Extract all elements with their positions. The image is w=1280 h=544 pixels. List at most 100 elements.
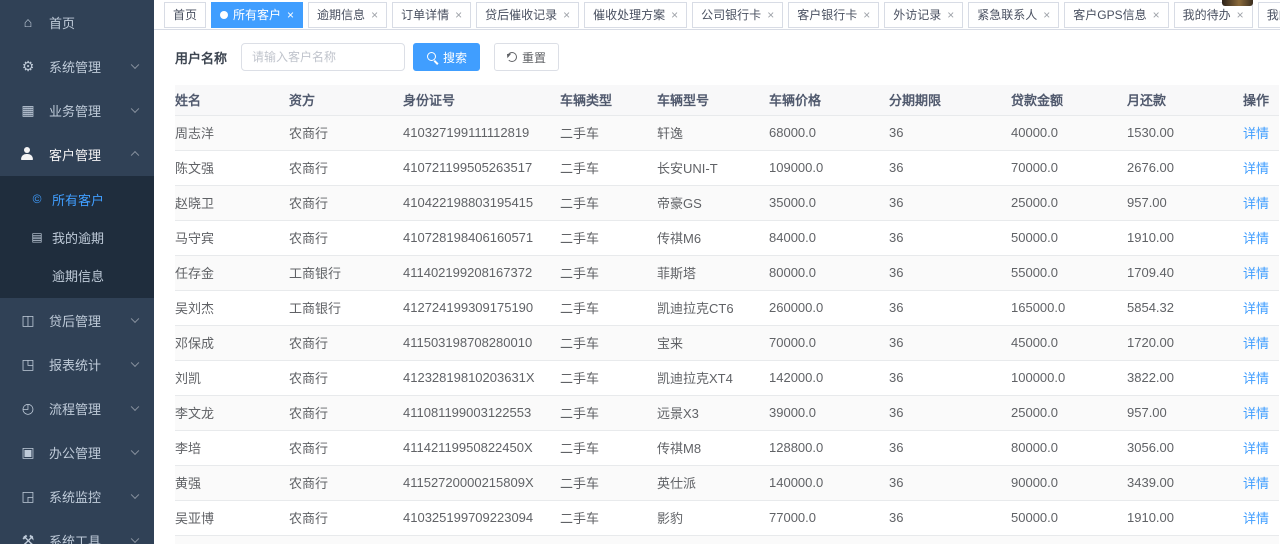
table-cell-action: 详情 xyxy=(1243,395,1279,430)
tab-3[interactable]: 订单详情 × xyxy=(392,2,471,28)
tab-close-icon[interactable]: × xyxy=(563,9,570,21)
notebook-icon: ▤ xyxy=(30,230,44,244)
main-area: 首页所有客户×逾期信息×订单详情×贷后催收记录×催收处理方案×公司银行卡×客户银… xyxy=(154,0,1280,544)
tab-close-icon[interactable]: × xyxy=(671,9,678,21)
sidebar-item-label: 逾期信息 xyxy=(52,266,104,285)
table-row: 吴亚博农商行410325199709223094二手车影豹77000.03650… xyxy=(175,500,1279,535)
column-header: 资方 xyxy=(289,85,403,115)
table-cell: 二手车 xyxy=(560,115,657,150)
table-row: 周志洋农商行410327199111112819二手车轩逸68000.03640… xyxy=(175,115,1279,150)
tab-close-icon[interactable]: × xyxy=(1237,9,1244,21)
sidebar-item-business-mgmt[interactable]: ▦业务管理 xyxy=(0,88,154,132)
tab-8[interactable]: 外访记录× xyxy=(884,2,963,28)
table-cell: 411081199003122553 xyxy=(403,395,560,430)
submenu-customer-mgmt: ©所有客户▤我的逾期逾期信息 xyxy=(0,176,154,298)
detail-link[interactable]: 详情 xyxy=(1243,231,1269,246)
sidebar-item-post-loan-mgmt[interactable]: ◫贷后管理 xyxy=(0,298,154,342)
tab-bar: 首页所有客户×逾期信息×订单详情×贷后催收记录×催收处理方案×公司银行卡×客户银… xyxy=(154,0,1280,30)
table-cell: 165000.0 xyxy=(1011,290,1127,325)
table-cell: 36 xyxy=(889,395,1011,430)
table-cell: 周银帅 xyxy=(175,535,289,544)
table-cell: 41152720000215809X xyxy=(403,465,560,500)
tab-10[interactable]: 客户GPS信息× xyxy=(1064,2,1168,28)
detail-link[interactable]: 详情 xyxy=(1243,301,1269,316)
column-header: 贷款金额 xyxy=(1011,85,1127,115)
table-cell: 农商行 xyxy=(289,220,403,255)
reset-button[interactable]: 重置 xyxy=(494,43,559,71)
detail-link[interactable]: 详情 xyxy=(1243,196,1269,211)
table-cell: 80000.0 xyxy=(1011,430,1127,465)
tab-close-icon[interactable]: × xyxy=(947,9,954,21)
tab-9[interactable]: 紧急联系人 × xyxy=(968,2,1059,28)
tab-2[interactable]: 逾期信息× xyxy=(308,2,387,28)
tab-close-icon[interactable]: × xyxy=(1043,9,1050,21)
sidebar-item-all-customers[interactable]: ©所有客户 xyxy=(0,180,154,218)
tab-label: 订单详情 xyxy=(401,6,449,23)
table-cell: 工商银行 xyxy=(289,290,403,325)
table-cell: 25000.0 xyxy=(1011,395,1127,430)
sidebar-item-system-tools[interactable]: ⚒系统工具 xyxy=(0,518,154,544)
tab-close-icon[interactable]: × xyxy=(371,9,378,21)
table-cell: 50000.0 xyxy=(1011,500,1127,535)
sidebar-item-overdue-info[interactable]: 逾期信息 xyxy=(0,256,154,294)
table-row: 吴刘杰工商银行412724199309175190二手车凯迪拉克CT626000… xyxy=(175,290,1279,325)
tab-4[interactable]: 贷后催收记录× xyxy=(476,2,579,28)
tab-close-icon[interactable]: × xyxy=(767,9,774,21)
briefcase-icon: ▣ xyxy=(20,444,36,461)
sidebar-item-home[interactable]: ⌂首页 xyxy=(0,0,154,44)
avatar-image[interactable] xyxy=(1222,0,1253,6)
tab-12[interactable]: 我的流程× xyxy=(1258,2,1280,28)
sidebar-item-office-mgmt[interactable]: ▣办公管理 xyxy=(0,430,154,474)
tab-close-icon[interactable]: × xyxy=(287,9,294,21)
tab-close-icon[interactable]: × xyxy=(1153,9,1160,21)
table-cell: 36 xyxy=(889,290,1011,325)
table-cell: 140000.0 xyxy=(769,465,889,500)
table-cell: 宝来 xyxy=(657,325,769,360)
search-button[interactable]: 搜索 xyxy=(413,43,480,71)
detail-link[interactable]: 详情 xyxy=(1243,266,1269,281)
sidebar-item-system-mgmt[interactable]: ⚙系统管理 xyxy=(0,44,154,88)
sidebar-item-my-overdue[interactable]: ▤我的逾期 xyxy=(0,218,154,256)
tab-close-icon[interactable]: × xyxy=(863,9,870,21)
chevron-down-icon xyxy=(131,491,139,499)
table-cell: 农商行 xyxy=(289,430,403,465)
tab-7[interactable]: 客户银行卡 × xyxy=(788,2,879,28)
copyright-icon: © xyxy=(30,192,44,206)
detail-link[interactable]: 详情 xyxy=(1243,161,1269,176)
table-cell: 1910.00 xyxy=(1127,500,1243,535)
sidebar-item-label: 客户管理 xyxy=(49,145,101,164)
detail-link[interactable]: 详情 xyxy=(1243,511,1269,526)
tab-label: 紧急联系人 xyxy=(977,6,1037,23)
table-cell: 刘凯 xyxy=(175,360,289,395)
sidebar-item-process-mgmt[interactable]: ◴流程管理 xyxy=(0,386,154,430)
tab-0[interactable]: 首页 xyxy=(164,2,206,28)
table-cell: 260000.0 xyxy=(769,290,889,325)
table-cell: 任存金 xyxy=(175,255,289,290)
detail-link[interactable]: 详情 xyxy=(1243,406,1269,421)
table-cell: 70000.0 xyxy=(769,325,889,360)
detail-link[interactable]: 详情 xyxy=(1243,441,1269,456)
detail-link[interactable]: 详情 xyxy=(1243,126,1269,141)
sidebar-item-report-stats[interactable]: ◳报表统计 xyxy=(0,342,154,386)
detail-link[interactable]: 详情 xyxy=(1243,371,1269,386)
table-cell: 吴亚博 xyxy=(175,500,289,535)
table-cell: 邓保成 xyxy=(175,325,289,360)
table-cell: 70000.0 xyxy=(1011,150,1127,185)
tab-6[interactable]: 公司银行卡× xyxy=(692,2,783,28)
tab-label: 客户银行卡 xyxy=(797,6,857,23)
table-cell: 二手车 xyxy=(560,430,657,465)
sidebar-item-system-monitor[interactable]: ◲系统监控 xyxy=(0,474,154,518)
sidebar-item-customer-mgmt[interactable]: 客户管理 xyxy=(0,132,154,176)
detail-link[interactable]: 详情 xyxy=(1243,336,1269,351)
tab-5[interactable]: 催收处理方案× xyxy=(584,2,687,28)
table-cell: 农商行 xyxy=(289,150,403,185)
customer-name-input[interactable] xyxy=(241,43,405,71)
tab-1[interactable]: 所有客户× xyxy=(211,2,303,28)
tab-close-icon[interactable]: × xyxy=(455,9,462,21)
detail-link[interactable]: 详情 xyxy=(1243,476,1269,491)
table-cell: 帝豪GS xyxy=(657,185,769,220)
sidebar-item-label: 首页 xyxy=(49,13,75,32)
table-cell: 1709.40 xyxy=(1127,255,1243,290)
table-cell: 36 xyxy=(889,220,1011,255)
table-cell: 410327199111112819 xyxy=(403,115,560,150)
